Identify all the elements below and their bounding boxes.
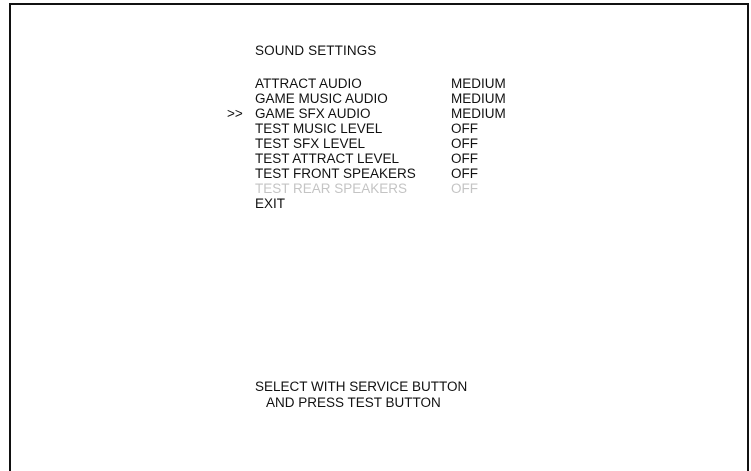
menu-item-value: OFF: [451, 181, 478, 196]
menu-item-attract-audio[interactable]: ATTRACT AUDIO MEDIUM: [11, 76, 751, 91]
menu-item-value: MEDIUM: [451, 76, 506, 91]
service-menu-screen: SOUND SETTINGS ATTRACT AUDIO MEDIUM GAME…: [9, 3, 749, 471]
instructions-line-1: SELECT WITH SERVICE BUTTON: [255, 379, 468, 394]
menu-item-test-front-speakers[interactable]: TEST FRONT SPEAKERS OFF: [11, 166, 751, 181]
menu-item-label: TEST FRONT SPEAKERS: [255, 166, 416, 181]
instructions: SELECT WITH SERVICE BUTTON AND PRESS TES…: [255, 379, 467, 411]
menu-item-test-rear-speakers: TEST REAR SPEAKERS OFF: [11, 181, 751, 196]
menu-item-label: TEST ATTRACT LEVEL: [255, 151, 400, 166]
menu-item-test-music-level[interactable]: TEST MUSIC LEVEL OFF: [11, 121, 751, 136]
menu-item-value: OFF: [451, 166, 478, 181]
menu-item-value: MEDIUM: [451, 91, 506, 106]
menu-item-label: GAME MUSIC AUDIO: [255, 91, 388, 106]
menu-item-value: OFF: [451, 151, 478, 166]
menu-item-value: MEDIUM: [451, 106, 506, 121]
menu-item-exit[interactable]: EXIT: [11, 196, 751, 211]
menu-item-game-sfx-audio[interactable]: >> GAME SFX AUDIO MEDIUM: [11, 106, 751, 121]
menu-item-label: ATTRACT AUDIO: [255, 76, 362, 91]
menu-item-label: TEST REAR SPEAKERS: [255, 181, 408, 196]
sound-settings-menu: ATTRACT AUDIO MEDIUM GAME MUSIC AUDIO ME…: [11, 76, 751, 211]
page-title: SOUND SETTINGS: [255, 43, 377, 58]
menu-item-test-sfx-level[interactable]: TEST SFX LEVEL OFF: [11, 136, 751, 151]
menu-item-value: OFF: [451, 136, 478, 151]
menu-item-game-music-audio[interactable]: GAME MUSIC AUDIO MEDIUM: [11, 91, 751, 106]
menu-item-label: TEST SFX LEVEL: [255, 136, 366, 151]
menu-item-label: TEST MUSIC LEVEL: [255, 121, 383, 136]
instructions-line-2: AND PRESS TEST BUTTON: [266, 395, 441, 410]
menu-item-value: OFF: [451, 121, 478, 136]
menu-item-test-attract-level[interactable]: TEST ATTRACT LEVEL OFF: [11, 151, 751, 166]
menu-item-label: GAME SFX AUDIO: [255, 106, 371, 121]
selection-cursor: >>: [227, 106, 243, 121]
menu-item-label: EXIT: [255, 196, 286, 211]
